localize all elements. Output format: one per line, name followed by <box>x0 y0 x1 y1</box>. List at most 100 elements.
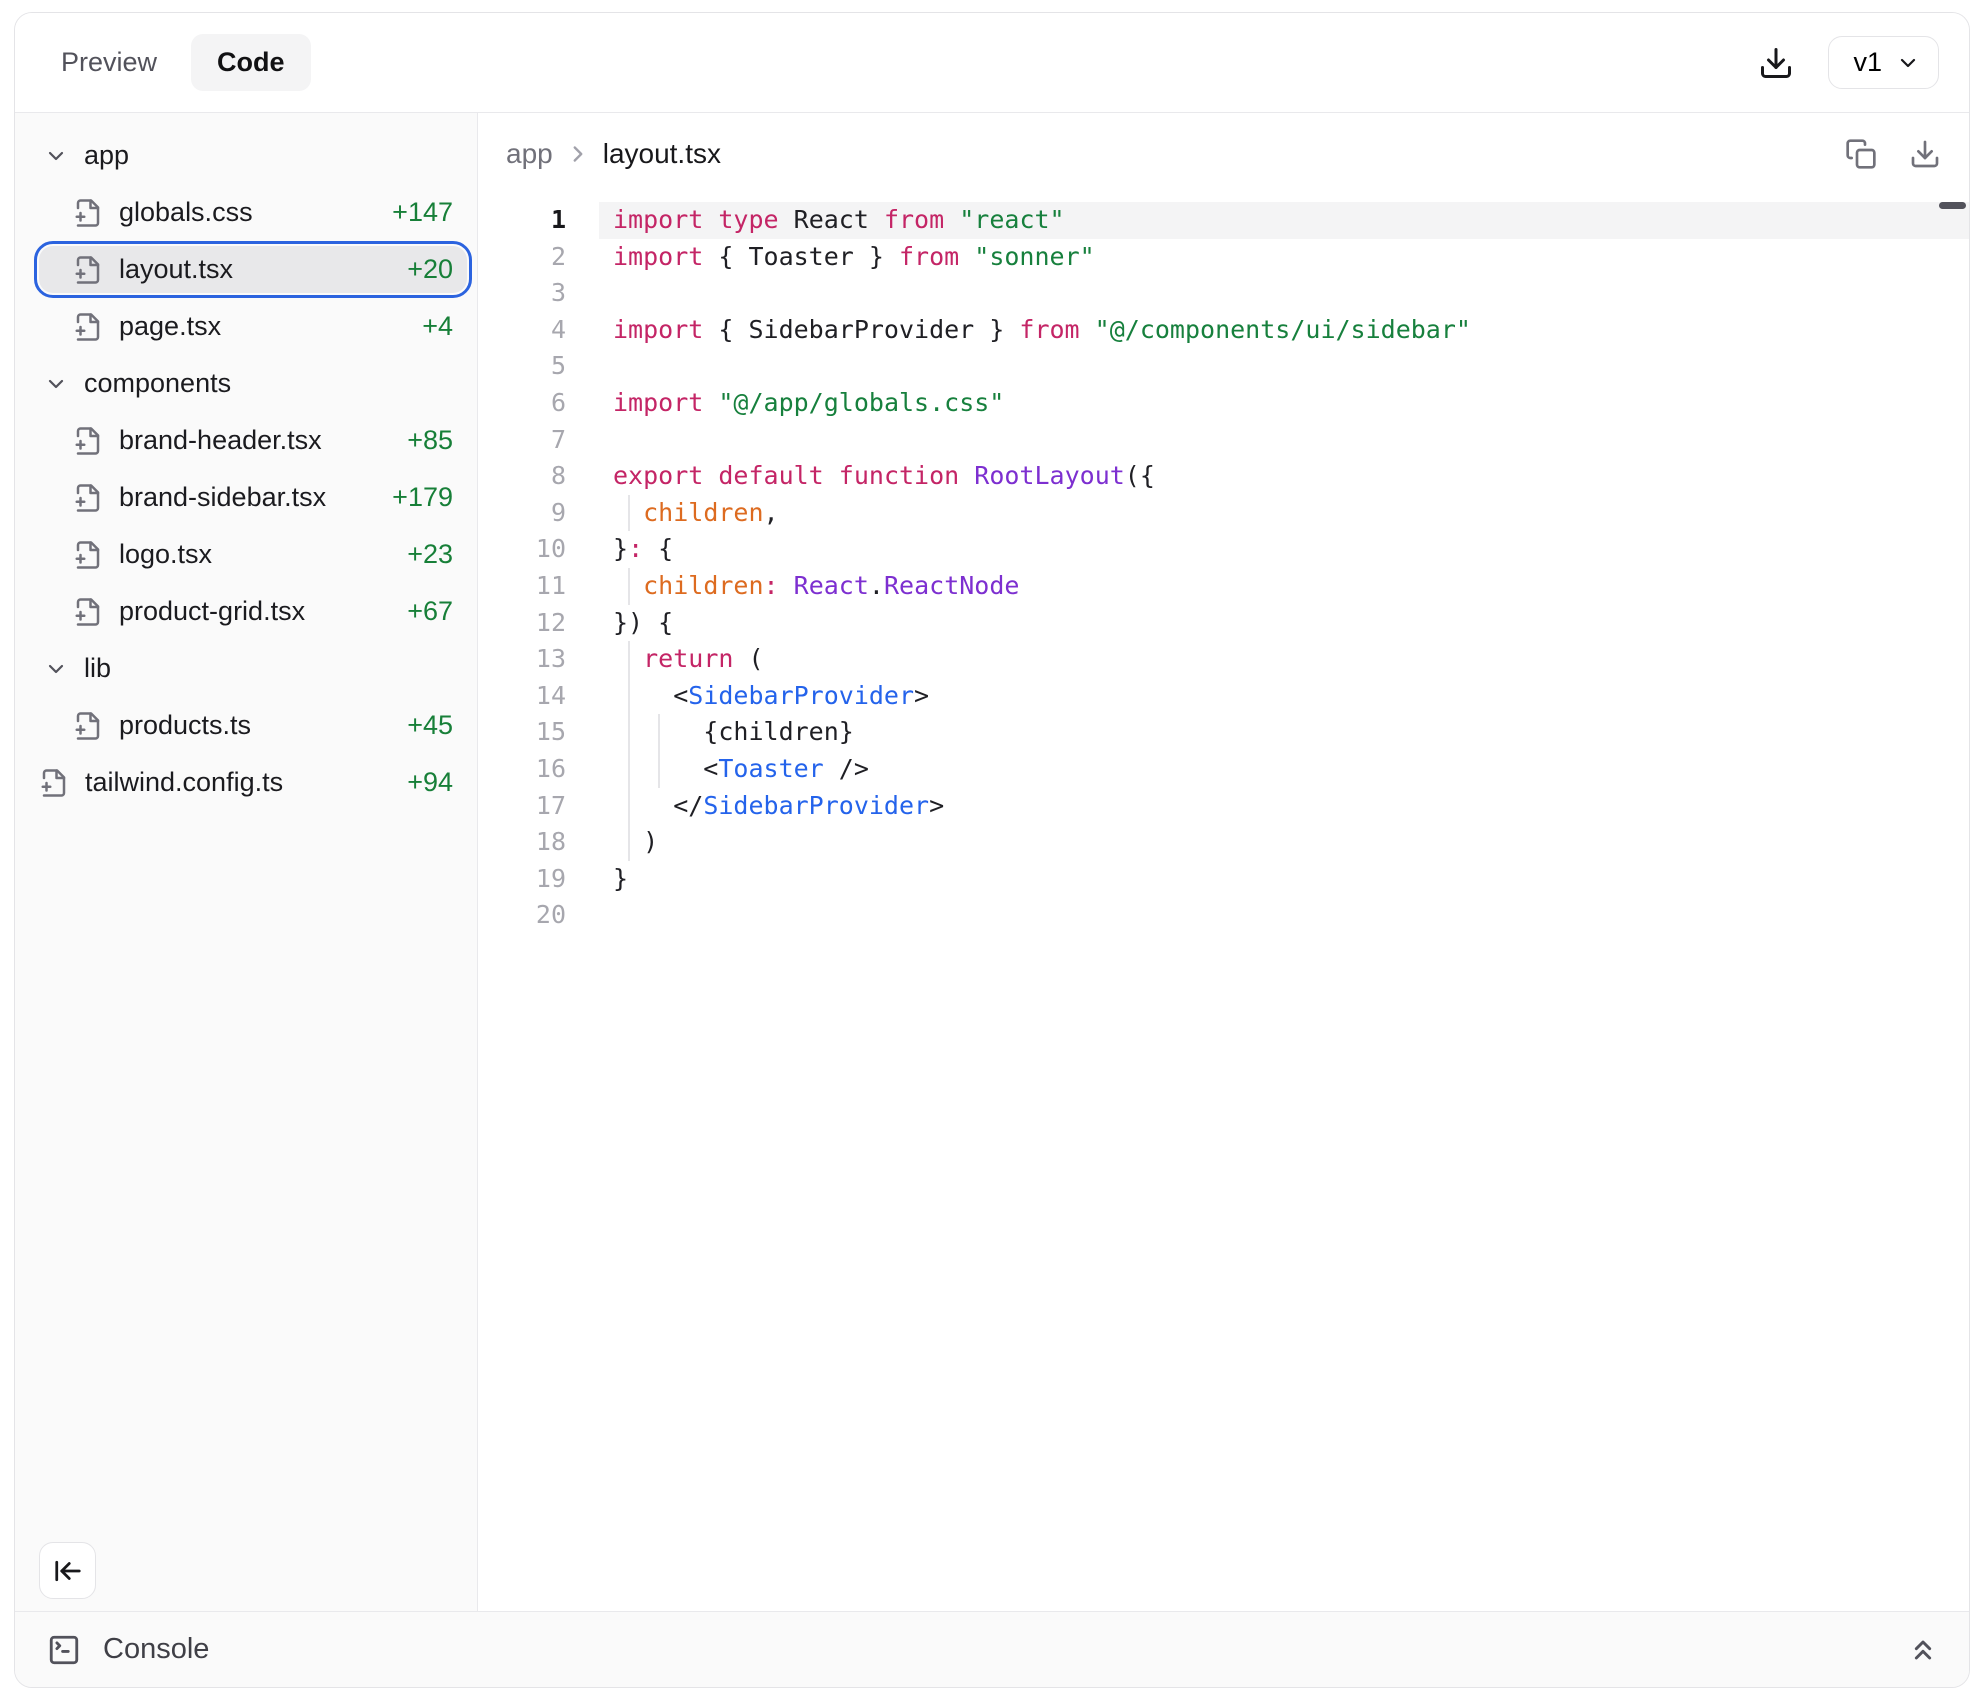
download-icon <box>1909 138 1941 170</box>
download-file-button[interactable] <box>1909 138 1941 170</box>
breadcrumb: app layout.tsx <box>478 113 1969 195</box>
breadcrumb-file: layout.tsx <box>603 138 721 170</box>
sidebar-item-product-grid-tsx[interactable]: product-grid.tsx+67 <box>39 588 467 635</box>
token: children <box>643 571 763 600</box>
tab-code[interactable]: Code <box>191 34 311 91</box>
sidebar-item-brand-header-tsx[interactable]: brand-header.tsx+85 <box>39 417 467 464</box>
collapse-sidebar-button[interactable] <box>39 1542 96 1599</box>
token: } <box>613 864 628 893</box>
sidebar-item-lib[interactable]: lib <box>39 645 467 692</box>
sidebar-item-components[interactable]: components <box>39 360 467 407</box>
token <box>959 242 974 271</box>
sidebar-item-layout-tsx[interactable]: layout.tsx+20 <box>39 246 467 293</box>
indent-guide <box>628 568 630 605</box>
token: /> <box>824 754 869 783</box>
copy-icon <box>1845 138 1877 170</box>
sidebar-item-brand-sidebar-tsx[interactable]: brand-sidebar.tsx+179 <box>39 474 467 521</box>
token: : <box>628 534 643 563</box>
folder-name: lib <box>84 653 111 684</box>
file-tree-sidebar: app globals.css+147 layout.tsx+20 page.tsx+… <box>15 113 478 1611</box>
code-line: 1import type React from "react" <box>478 202 1969 239</box>
chevron-down-icon <box>44 144 68 168</box>
line-text: }) { <box>599 605 1969 642</box>
code-workspace-panel: Preview Code v1 app globals.css+147 layout… <box>14 12 1970 1688</box>
line-number: 2 <box>478 239 566 276</box>
sidebar-item-page-tsx[interactable]: page.tsx+4 <box>39 303 467 350</box>
diff-added-count: +20 <box>407 254 453 285</box>
tree-row: page.tsx+4 <box>15 298 477 355</box>
line-number: 12 <box>478 605 566 642</box>
indent-guide <box>658 751 660 788</box>
token: ReactNode <box>884 571 1019 600</box>
token: import <box>613 205 703 234</box>
token: from <box>899 242 959 271</box>
token: > <box>929 791 944 820</box>
sidebar-item-logo-tsx[interactable]: logo.tsx+23 <box>39 531 467 578</box>
sidebar-item-app[interactable]: app <box>39 132 467 179</box>
file-plus-icon <box>73 312 103 342</box>
code-line: 15 {children} <box>478 714 1969 751</box>
line-number: 8 <box>478 458 566 495</box>
line-number: 11 <box>478 568 566 605</box>
tree-row: globals.css+147 <box>15 184 477 241</box>
file-name: logo.tsx <box>119 539 212 570</box>
code-line: 14 <SidebarProvider> <box>478 678 1969 715</box>
version-selector[interactable]: v1 <box>1828 36 1939 89</box>
token: return <box>643 644 733 673</box>
tree-row: logo.tsx+23 <box>15 526 477 583</box>
header: Preview Code v1 <box>15 13 1969 113</box>
line-text: import { SidebarProvider } from "@/compo… <box>599 312 1969 349</box>
code-line: 12 }) { <box>478 605 1969 642</box>
token: {children} <box>613 717 854 746</box>
line-number: 16 <box>478 751 566 788</box>
line-text: }: { <box>599 531 1969 568</box>
expand-console-button[interactable] <box>1907 1634 1939 1666</box>
diff-added-count: +147 <box>392 197 453 228</box>
file-plus-icon <box>73 198 103 228</box>
line-number: 10 <box>478 531 566 568</box>
line-text: import { Toaster } from "sonner" <box>599 239 1969 276</box>
token: { <box>643 534 673 563</box>
folder-name: app <box>84 140 129 171</box>
token: : <box>764 571 779 600</box>
token: ({ <box>1125 461 1155 490</box>
line-text: {children} <box>599 714 1969 751</box>
scrollbar-thumb[interactable] <box>1939 202 1966 209</box>
token: import <box>613 242 703 271</box>
token: SidebarProvider <box>703 791 929 820</box>
download-button[interactable] <box>1758 45 1794 81</box>
token: RootLayout <box>974 461 1125 490</box>
token: > <box>914 681 929 710</box>
tree-row: components <box>15 355 477 412</box>
token: ) <box>613 827 658 856</box>
sidebar-item-tailwind-config-ts[interactable]: tailwind.config.ts+94 <box>39 759 467 806</box>
chevron-down-icon <box>44 372 68 396</box>
line-text: <Toaster /> <box>599 751 1969 788</box>
token: "@/app/globals.css" <box>718 388 1004 417</box>
token <box>824 461 839 490</box>
indent-guide <box>628 495 630 532</box>
token: , <box>764 498 779 527</box>
code-actions <box>1845 138 1941 170</box>
code-line: 19} <box>478 861 1969 898</box>
code-line: 18 ) <box>478 824 1969 861</box>
chevron-down-icon <box>44 657 68 681</box>
sidebar-item-products-ts[interactable]: products.ts+45 <box>39 702 467 749</box>
code-line: 2 import { Toaster } from "sonner" <box>478 239 1969 276</box>
token <box>944 205 959 234</box>
token <box>959 461 974 490</box>
token: "react" <box>959 205 1064 234</box>
token <box>703 205 718 234</box>
console-bar[interactable]: Console <box>15 1611 1969 1687</box>
sidebar-item-globals-css[interactable]: globals.css+147 <box>39 189 467 236</box>
diff-added-count: +4 <box>422 311 453 342</box>
indent-guide <box>628 751 630 788</box>
tab-preview[interactable]: Preview <box>51 34 167 91</box>
file-tree: app globals.css+147 layout.tsx+20 page.tsx+… <box>15 127 477 811</box>
code-line: 20 <box>478 897 1969 934</box>
token <box>703 461 718 490</box>
line-text: return ( <box>599 641 1969 678</box>
copy-code-button[interactable] <box>1845 138 1877 170</box>
indent-guide <box>628 714 630 751</box>
line-number: 13 <box>478 641 566 678</box>
